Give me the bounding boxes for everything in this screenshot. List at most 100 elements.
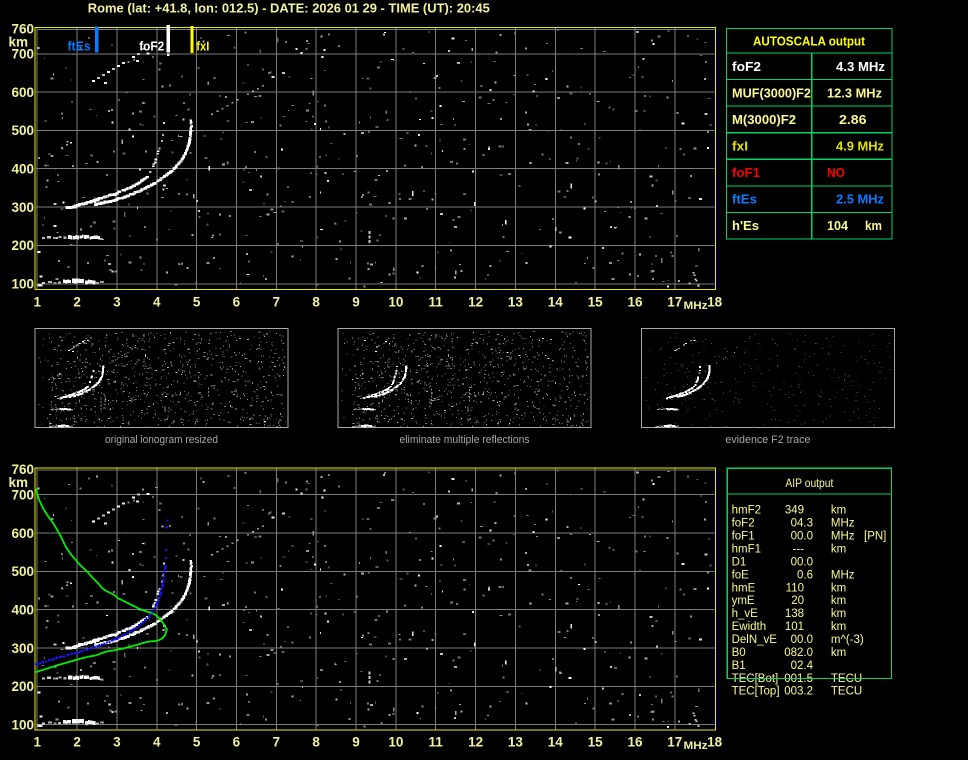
svg-text:700: 700 xyxy=(11,47,34,62)
svg-text:12.3 MHz: 12.3 MHz xyxy=(827,85,882,100)
svg-text:11: 11 xyxy=(429,735,444,750)
svg-text:600: 600 xyxy=(11,526,34,541)
svg-text:km: km xyxy=(831,505,846,517)
svg-text:14: 14 xyxy=(548,735,564,750)
svg-text:---: --- xyxy=(793,544,805,556)
svg-text:foF2: foF2 xyxy=(732,518,755,530)
svg-text:10: 10 xyxy=(388,735,403,750)
svg-text:20: 20 xyxy=(791,595,804,607)
svg-text:MHz: MHz xyxy=(684,740,709,752)
svg-text:hmE: hmE xyxy=(732,582,756,594)
svg-text:fxI: fxI xyxy=(732,139,748,154)
svg-text:0.6: 0.6 xyxy=(797,569,813,581)
svg-text:200: 200 xyxy=(11,679,34,694)
svg-text:10: 10 xyxy=(388,295,403,310)
svg-text:fxI: fxI xyxy=(196,39,209,54)
svg-text:14: 14 xyxy=(548,295,564,310)
svg-text:00.0: 00.0 xyxy=(791,634,813,646)
svg-text:8: 8 xyxy=(312,295,320,310)
svg-text:700: 700 xyxy=(11,488,34,503)
svg-text:110: 110 xyxy=(786,582,804,594)
svg-text:00.0: 00.0 xyxy=(791,556,813,568)
svg-text:11: 11 xyxy=(429,295,444,310)
svg-text:2: 2 xyxy=(73,295,81,310)
svg-text:300: 300 xyxy=(11,200,34,215)
svg-text:AIP output: AIP output xyxy=(785,478,834,490)
svg-text:m^(-3): m^(-3) xyxy=(831,634,864,646)
svg-text:MHz: MHz xyxy=(831,531,855,543)
svg-text:MHz: MHz xyxy=(831,518,855,530)
svg-text:km: km xyxy=(831,595,846,607)
svg-text:km: km xyxy=(831,582,846,594)
svg-text:h'Es: h'Es xyxy=(732,218,759,233)
svg-text:2: 2 xyxy=(73,735,81,750)
svg-text:TEC[Top]: TEC[Top] xyxy=(732,686,780,698)
svg-text:NO: NO xyxy=(827,165,845,180)
svg-text:500: 500 xyxy=(11,123,34,138)
svg-text:349: 349 xyxy=(785,505,804,517)
svg-text:km: km xyxy=(865,218,882,233)
svg-text:9: 9 xyxy=(352,735,360,750)
svg-text:MHz: MHz xyxy=(684,300,709,312)
svg-text:km: km xyxy=(831,647,846,659)
svg-text:2.86: 2.86 xyxy=(839,112,867,127)
svg-text:D1: D1 xyxy=(732,556,747,568)
svg-text:Ewidth: Ewidth xyxy=(732,621,767,633)
svg-text:100: 100 xyxy=(11,718,34,733)
svg-text:600: 600 xyxy=(11,85,34,100)
svg-text:ymE: ymE xyxy=(732,595,755,607)
svg-text:3: 3 xyxy=(113,295,121,310)
svg-text:MUF(3000)F2: MUF(3000)F2 xyxy=(732,85,811,100)
svg-text:15: 15 xyxy=(588,295,604,310)
svg-text:082.0: 082.0 xyxy=(784,647,813,659)
svg-text:foE: foE xyxy=(732,569,750,581)
svg-text:4: 4 xyxy=(153,295,161,310)
svg-text:TECU: TECU xyxy=(831,686,862,698)
svg-text:hmF2: hmF2 xyxy=(732,505,761,517)
svg-text:13: 13 xyxy=(508,735,524,750)
svg-text:[PN]: [PN] xyxy=(864,531,886,543)
svg-text:18: 18 xyxy=(707,735,723,750)
svg-text:M(3000)F2: M(3000)F2 xyxy=(732,112,796,127)
svg-text:Rome (lat: +41.8, lon: 012.5): Rome (lat: +41.8, lon: 012.5) - DATE: 20… xyxy=(88,1,490,16)
svg-text:km: km xyxy=(831,608,846,620)
svg-text:4.3 MHz: 4.3 MHz xyxy=(836,59,886,74)
svg-text:138: 138 xyxy=(785,608,804,620)
svg-text:AUTOSCALA output: AUTOSCALA output xyxy=(753,34,866,49)
svg-text:foF1: foF1 xyxy=(732,165,760,180)
svg-text:7: 7 xyxy=(273,735,281,750)
svg-text:500: 500 xyxy=(11,564,34,579)
svg-text:100: 100 xyxy=(11,277,34,292)
svg-text:12: 12 xyxy=(468,735,483,750)
svg-text:6: 6 xyxy=(233,295,241,310)
svg-text:h_vE: h_vE xyxy=(732,608,759,620)
svg-text:00.0: 00.0 xyxy=(791,531,813,543)
svg-text:101: 101 xyxy=(785,621,804,633)
svg-text:12: 12 xyxy=(468,295,483,310)
svg-text:17: 17 xyxy=(667,295,682,310)
svg-text:2.5 MHz: 2.5 MHz xyxy=(836,192,884,207)
svg-text:9: 9 xyxy=(352,295,360,310)
svg-text:4: 4 xyxy=(153,735,161,750)
svg-text:km: km xyxy=(831,621,846,633)
svg-text:18: 18 xyxy=(707,295,723,310)
svg-text:ftEs: ftEs xyxy=(68,39,91,54)
svg-text:B0: B0 xyxy=(732,647,746,659)
svg-text:original ionogram resized: original ionogram resized xyxy=(105,434,218,446)
svg-text:200: 200 xyxy=(11,238,34,253)
svg-text:104: 104 xyxy=(827,218,849,233)
svg-text:16: 16 xyxy=(627,295,643,310)
svg-text:13: 13 xyxy=(508,295,524,310)
svg-text:003.2: 003.2 xyxy=(784,686,813,698)
svg-text:MHz: MHz xyxy=(831,569,855,581)
svg-text:16: 16 xyxy=(627,735,643,750)
svg-text:DelN_vE: DelN_vE xyxy=(732,634,778,646)
svg-text:foF2: foF2 xyxy=(139,39,164,54)
svg-text:4.9 MHz: 4.9 MHz xyxy=(836,139,884,154)
svg-text:400: 400 xyxy=(11,602,34,617)
svg-text:15: 15 xyxy=(588,735,604,750)
svg-text:02.4: 02.4 xyxy=(791,660,814,672)
svg-text:04.3: 04.3 xyxy=(791,518,813,530)
svg-text:1: 1 xyxy=(33,295,41,310)
svg-text:ftEs: ftEs xyxy=(732,192,757,207)
